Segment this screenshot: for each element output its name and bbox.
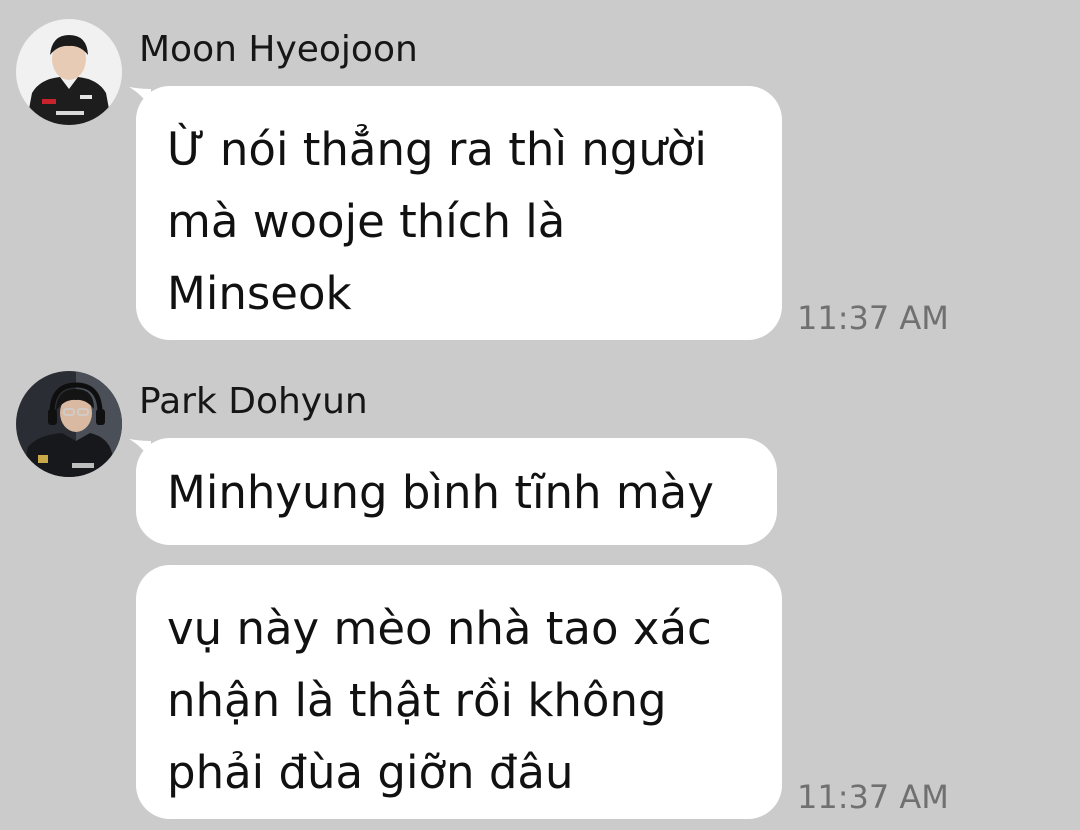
sender-name: Park Dohyun [139, 381, 368, 422]
message-timestamp: 11:37 AM [797, 778, 949, 816]
sender-name: Moon Hyeojoon [139, 29, 418, 70]
user-avatar-icon [16, 371, 122, 477]
message-bubble[interactable]: vụ này mèo nhà tao xác nhận là thật rồi … [136, 565, 782, 819]
sender-avatar[interactable] [16, 19, 122, 125]
message-bubble[interactable]: Minhyung bình tĩnh mày [136, 438, 777, 545]
message-timestamp: 11:37 AM [797, 299, 949, 337]
message-bubble[interactable]: Ừ nói thẳng ra thì người mà wooje thích … [136, 86, 782, 340]
user-avatar-icon [16, 19, 122, 125]
sender-avatar[interactable] [16, 371, 122, 477]
